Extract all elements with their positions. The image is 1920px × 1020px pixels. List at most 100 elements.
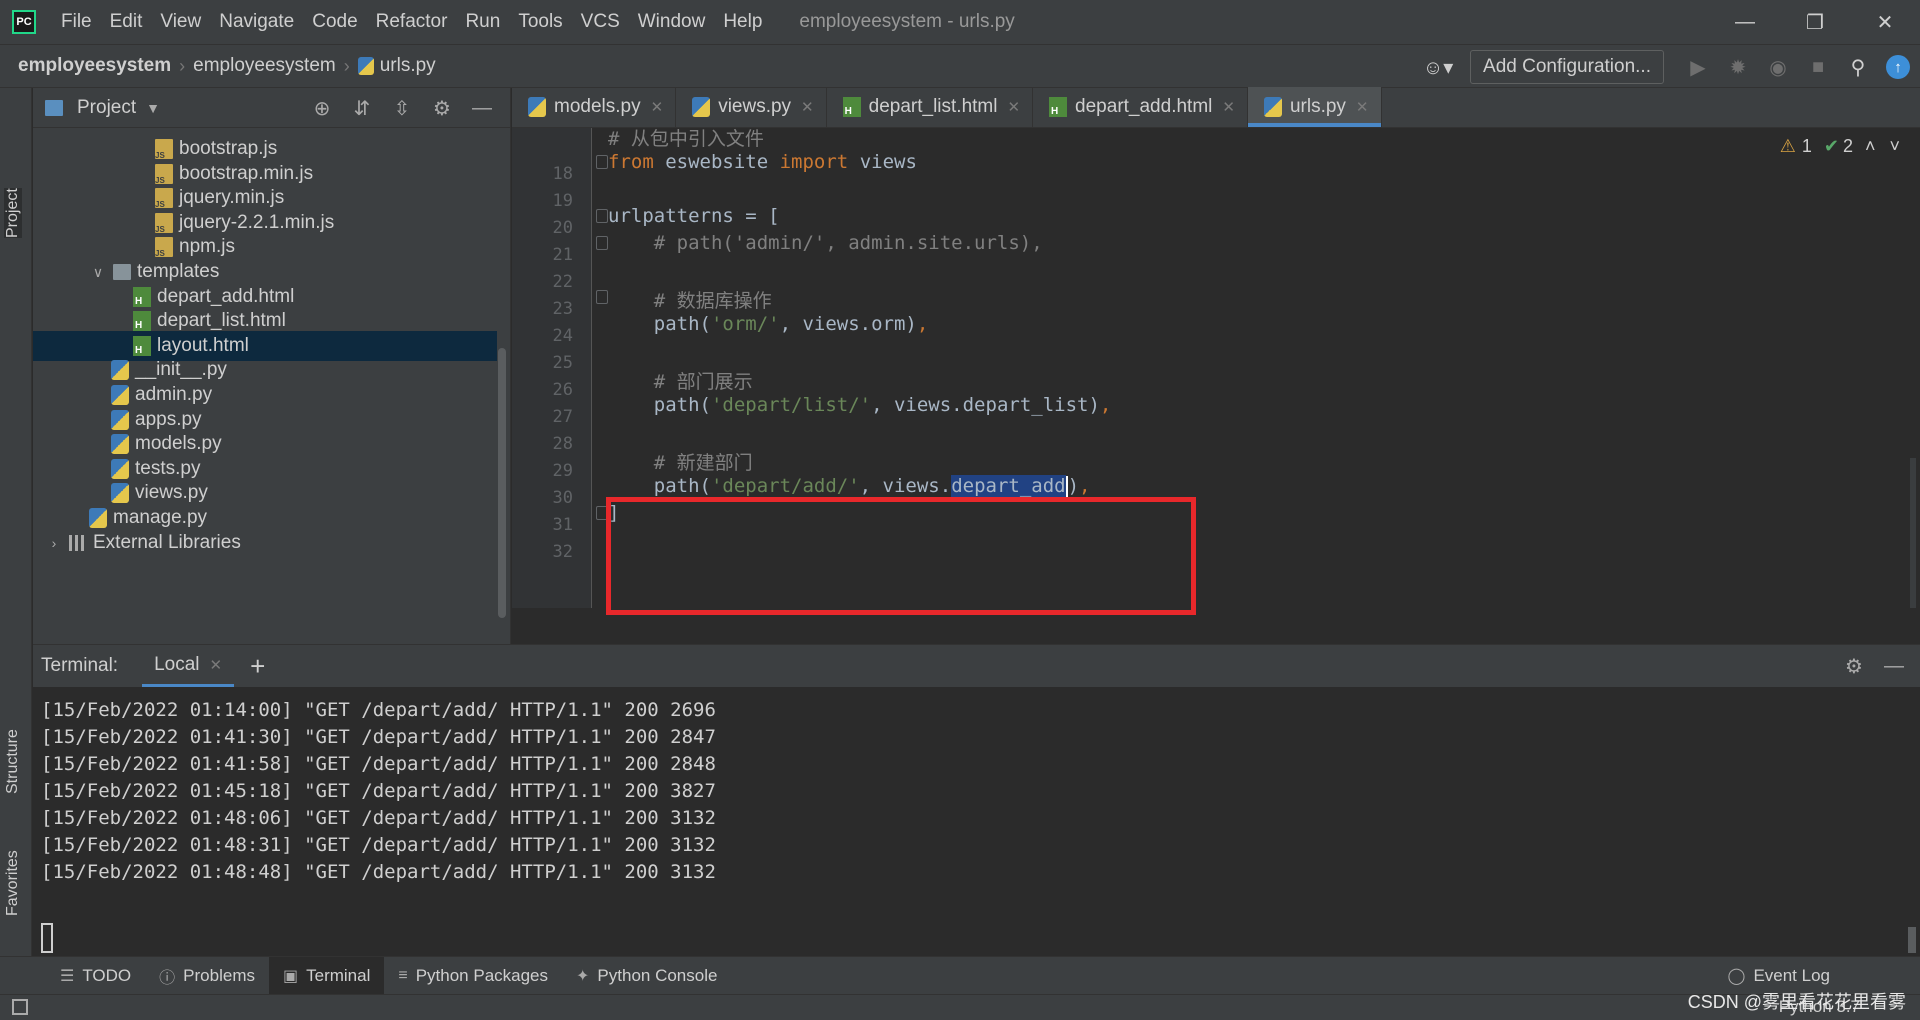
- code-line: path('orm/', views.orm),: [608, 313, 929, 335]
- line-number: 21: [552, 245, 573, 265]
- editor-scrollbar[interactable]: [1910, 458, 1916, 608]
- fold-marker-icon[interactable]: [596, 209, 608, 223]
- python-file-icon: [692, 97, 711, 117]
- menu-run[interactable]: Run: [456, 0, 509, 44]
- terminal-line: [15/Feb/2022 01:48:31] "GET /depart/add/…: [41, 834, 716, 856]
- run-toolbar: ☺▾ Add Configuration... ▶ ✹ ◉ ■ ⚲ ↑: [1418, 45, 1910, 89]
- tool-python-packages-button[interactable]: ≡ Python Packages: [384, 957, 562, 995]
- terminal-panel: Terminal: Local ✕ + ⚙ — [15/Feb/2022 01:…: [33, 644, 1920, 956]
- tree-item-label: jquery.min.js: [179, 187, 285, 209]
- terminal-tab-local[interactable]: Local ✕: [142, 646, 235, 687]
- code-line: urlpatterns = [: [608, 205, 780, 227]
- project-folder-icon: [45, 99, 63, 116]
- chevron-up-icon[interactable]: ˄: [1865, 136, 1876, 157]
- tree-scrollbar[interactable]: [498, 348, 506, 618]
- tree-item-label: models.py: [135, 433, 222, 455]
- menu-view[interactable]: View: [151, 0, 210, 44]
- line-number: 32: [552, 542, 573, 562]
- tool-python-console-button[interactable]: ✦ Python Console: [562, 957, 731, 995]
- menu-code[interactable]: Code: [303, 0, 366, 44]
- code-line: path('depart/list/', views.depart_list),: [608, 394, 1112, 416]
- plus-icon[interactable]: +: [250, 651, 265, 682]
- add-configuration-button[interactable]: Add Configuration...: [1470, 50, 1664, 84]
- close-icon[interactable]: ✕: [1356, 98, 1369, 116]
- tree-item[interactable]: › External Libraries: [33, 528, 497, 558]
- locate-icon[interactable]: ⊕: [302, 96, 342, 121]
- update-icon[interactable]: ↑: [1886, 55, 1910, 79]
- close-icon[interactable]: ✕: [651, 98, 664, 116]
- editor-tab[interactable]: depart_add.html ✕: [1033, 87, 1248, 127]
- tool-terminal-button[interactable]: ▣ Terminal: [268, 956, 385, 995]
- python-file-icon: [111, 360, 129, 381]
- editor-tab[interactable]: views.py ✕: [676, 87, 827, 127]
- tree-item-label: jquery-2.2.1.min.js: [179, 211, 335, 233]
- close-icon[interactable]: ✕: [1007, 98, 1020, 116]
- user-icon[interactable]: ☺▾: [1418, 55, 1458, 80]
- python-file-icon: [111, 434, 129, 455]
- inspection-widget[interactable]: ⚠ 1 ✔ 2 ˄ ˅: [1780, 136, 1900, 157]
- python-icon: ✦: [576, 967, 590, 985]
- line-number-gutter: 18 19 20 21 22 23 24 25 26 27 28 29 30 31 32: [512, 128, 592, 608]
- navigation-bar: employeesystem › employeesystem › urls.p…: [0, 44, 1920, 88]
- tool-problems-button[interactable]: ⓘ Problems: [145, 957, 269, 995]
- menu-help[interactable]: Help: [714, 0, 771, 44]
- editor-tab[interactable]: models.py ✕: [512, 87, 677, 127]
- menu-refactor[interactable]: Refactor: [367, 0, 457, 44]
- breadcrumb-project[interactable]: employeesystem: [18, 55, 171, 77]
- close-icon[interactable]: ✕: [1850, 0, 1920, 44]
- code-token: , views.: [859, 475, 952, 497]
- minimize-icon[interactable]: —: [1710, 0, 1780, 44]
- code-token: 'depart/list/': [710, 394, 872, 416]
- code-line: # 新建部门: [608, 448, 753, 475]
- tool-todo-button[interactable]: ☰ TODO: [46, 957, 145, 995]
- tree-item-label: depart_add.html: [157, 285, 295, 307]
- expand-all-icon[interactable]: ⇵: [342, 96, 382, 121]
- hide-icon[interactable]: —: [1874, 655, 1914, 678]
- terminal-scrollbar[interactable]: [1908, 927, 1916, 953]
- close-icon[interactable]: ✕: [210, 656, 223, 674]
- chevron-right-icon: ›: [343, 55, 350, 76]
- stop-icon[interactable]: ■: [1798, 56, 1838, 79]
- breadcrumb-file[interactable]: urls.py: [380, 55, 436, 77]
- breadcrumb-package[interactable]: employeesystem: [193, 55, 336, 77]
- project-tool-tab[interactable]: Project: [4, 188, 22, 238]
- terminal-line: [15/Feb/2022 01:48:06] "GET /depart/add/…: [41, 807, 716, 829]
- structure-tool-tab[interactable]: Structure: [4, 729, 22, 794]
- gear-icon[interactable]: ⚙: [1834, 654, 1874, 679]
- chevron-down-icon[interactable]: ▼: [146, 100, 160, 116]
- restore-icon[interactable]: ❐: [1780, 0, 1850, 44]
- menu-edit[interactable]: Edit: [101, 0, 152, 44]
- menu-file[interactable]: File: [52, 0, 101, 44]
- main-menu: File Edit View Navigate Code Refactor Run Tools…: [52, 0, 771, 44]
- debug-icon[interactable]: ✹: [1718, 55, 1758, 80]
- search-icon[interactable]: ⚲: [1838, 55, 1878, 80]
- run-icon[interactable]: ▶: [1678, 55, 1718, 80]
- line-number: 30: [552, 488, 573, 508]
- menu-window[interactable]: Window: [629, 0, 715, 44]
- code-token: path(: [608, 313, 711, 335]
- menu-tools[interactable]: Tools: [509, 0, 571, 44]
- fold-marker-icon[interactable]: [596, 290, 608, 304]
- menu-vcs[interactable]: VCS: [572, 0, 629, 44]
- fold-marker-icon[interactable]: [596, 155, 608, 169]
- gear-icon[interactable]: ⚙: [422, 96, 462, 121]
- code-token: 'orm/': [710, 313, 780, 335]
- tree-item-label: admin.py: [135, 384, 213, 405]
- chevron-down-icon[interactable]: ˅: [1889, 136, 1900, 157]
- close-icon[interactable]: ✕: [1222, 98, 1235, 116]
- speech-bubble-icon: ◯: [1727, 968, 1746, 985]
- chevron-right-icon[interactable]: ›: [45, 535, 63, 551]
- coverage-icon[interactable]: ◉: [1758, 55, 1798, 80]
- tool-windows-toggle-icon[interactable]: [12, 999, 28, 1015]
- fold-marker-icon[interactable]: [596, 236, 608, 250]
- chevron-down-icon[interactable]: ∨: [89, 264, 107, 281]
- favorites-tool-tab[interactable]: Favorites: [4, 850, 22, 916]
- close-icon[interactable]: ✕: [801, 98, 814, 116]
- code-token: depart_add: [951, 475, 1066, 497]
- project-view-selector[interactable]: Project: [77, 97, 136, 119]
- hide-icon[interactable]: —: [462, 97, 502, 120]
- editor-tab[interactable]: depart_list.html ✕: [827, 87, 1034, 127]
- collapse-all-icon[interactable]: ⇳: [382, 96, 422, 121]
- editor-tab[interactable]: urls.py ✕: [1247, 87, 1382, 127]
- menu-navigate[interactable]: Navigate: [210, 0, 303, 44]
